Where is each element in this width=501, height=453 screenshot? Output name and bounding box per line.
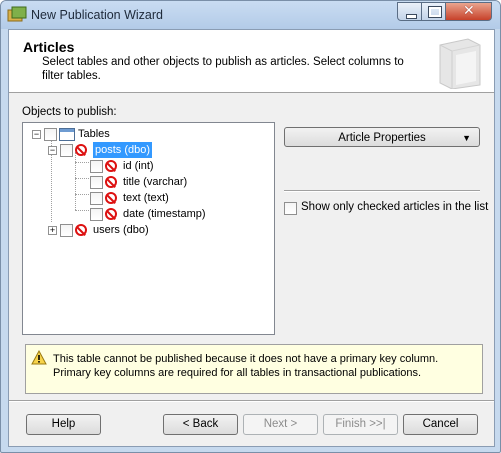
article-properties-button[interactable]: Article Properties ▼ (284, 127, 480, 147)
next-button[interactable]: Next > (243, 414, 318, 435)
back-button[interactable]: < Back (163, 414, 238, 435)
expand-icon[interactable]: + (48, 226, 57, 235)
article-properties-label: Article Properties (338, 132, 426, 144)
collapse-icon[interactable]: − (32, 130, 41, 139)
wizard-client-area: Articles Select tables and other objects… (8, 29, 495, 447)
posts-checkbox[interactable] (60, 144, 73, 157)
warning-text: This table cannot be published because i… (53, 353, 439, 379)
cancel-button[interactable]: Cancel (403, 414, 478, 435)
maximize-button[interactable] (421, 2, 446, 21)
tree-node-label: id (int) (123, 160, 154, 172)
column-checkbox[interactable] (90, 208, 103, 221)
tables-checkbox[interactable] (44, 128, 57, 141)
users-checkbox[interactable] (60, 224, 73, 237)
page-description: Select tables and other objects to publi… (42, 56, 404, 82)
show-checked-checkbox[interactable] (284, 202, 297, 215)
wizard-header: Articles Select tables and other objects… (9, 30, 494, 93)
not-publishable-icon (105, 160, 117, 172)
tree-node-column[interactable]: title (varchar) (23, 174, 273, 190)
tree-node-column[interactable]: date (timestamp) (23, 206, 273, 222)
objects-to-publish-label: Objects to publish: (22, 106, 117, 118)
page-title: Articles (23, 39, 75, 55)
tree-node-posts[interactable]: − posts (dbo) (23, 142, 273, 158)
wizard-app-icon (7, 6, 27, 22)
tree-node-label: date (timestamp) (123, 208, 206, 220)
title-bar[interactable]: New Publication Wizard ✕ (1, 1, 500, 29)
not-publishable-icon (105, 192, 117, 204)
table-icon (59, 128, 75, 141)
dropdown-arrow-icon: ▼ (462, 133, 471, 143)
not-publishable-icon (75, 144, 87, 156)
column-checkbox[interactable] (90, 160, 103, 173)
minimize-button[interactable] (397, 2, 422, 21)
tree-node-tables[interactable]: − Tables (23, 126, 273, 142)
warning-message-panel: This table cannot be published because i… (25, 344, 483, 394)
tree-node-label: text (text) (123, 192, 169, 204)
not-publishable-icon (105, 176, 117, 188)
tree-node-column[interactable]: id (int) (23, 158, 273, 174)
window-title: New Publication Wizard (31, 8, 163, 22)
warning-icon (31, 350, 47, 365)
column-checkbox[interactable] (90, 176, 103, 189)
help-button[interactable]: Help (26, 414, 101, 435)
not-publishable-icon (75, 224, 87, 236)
tree-node-label: users (dbo) (93, 224, 149, 236)
maximize-icon (428, 6, 442, 18)
wizard-window: New Publication Wizard ✕ Articles Select… (0, 0, 501, 453)
minimize-icon (406, 14, 417, 19)
divider (284, 190, 480, 192)
tree-node-label: posts (dbo) (93, 142, 153, 158)
show-checked-label[interactable]: Show only checked articles in the list (301, 201, 488, 213)
close-icon: ✕ (463, 3, 475, 19)
finish-button[interactable]: Finish >>| (323, 414, 398, 435)
tree-node-users[interactable]: + users (dbo) (23, 222, 273, 238)
objects-tree[interactable]: − Tables − posts (dbo) id (int) title (v… (22, 122, 275, 335)
tree-node-label: Tables (78, 128, 110, 140)
publication-graphic-icon (439, 38, 481, 89)
close-button[interactable]: ✕ (445, 2, 492, 21)
divider (9, 400, 494, 402)
tree-node-column[interactable]: text (text) (23, 190, 273, 206)
column-checkbox[interactable] (90, 192, 103, 205)
not-publishable-icon (105, 208, 117, 220)
tree-node-label: title (varchar) (123, 176, 188, 188)
collapse-icon[interactable]: − (48, 146, 57, 155)
